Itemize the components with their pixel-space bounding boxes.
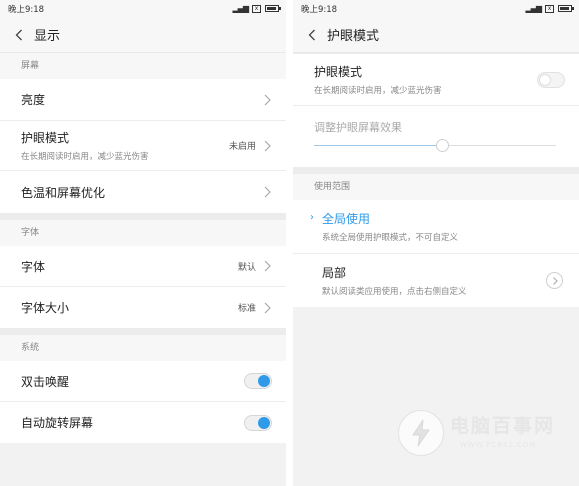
site-watermark: 电脑百事网 WWW.PC841.COM xyxy=(398,405,573,475)
chevron-right-icon xyxy=(264,302,271,313)
scope-partial-label: 局部 xyxy=(322,266,347,280)
scope-option-partial[interactable]: 局部 默认阅读类应用使用，点击右侧自定义 xyxy=(293,254,579,307)
section-header-screen: 屏幕 xyxy=(0,53,286,79)
font-value: 默认 xyxy=(237,262,256,273)
eye-mode-subtitle: 在长期阅读时启用，减少蓝光伤害 xyxy=(314,86,442,96)
font-row[interactable]: 字体 默认 xyxy=(0,246,286,287)
status-time: 晚上9:18 xyxy=(8,4,45,15)
section-divider xyxy=(0,328,286,335)
font-size-row[interactable]: 字体大小 标准 xyxy=(0,287,286,328)
title-bar: 护眼模式 xyxy=(293,17,579,53)
double-tap-wake-toggle[interactable] xyxy=(244,373,272,389)
status-bar: 晚上9:18 ▂▄▆ x xyxy=(293,0,579,17)
eye-mode-label: 护眼模式 xyxy=(314,65,363,79)
back-arrow-icon[interactable] xyxy=(303,26,321,44)
brightness-label: 亮度 xyxy=(21,93,46,107)
chevron-right-icon xyxy=(264,186,271,198)
circle-arrow-icon[interactable] xyxy=(546,272,563,289)
font-size-label: 字体大小 xyxy=(21,301,70,315)
eye-protection-status: 未启用 xyxy=(228,142,256,152)
status-bar: 晚上9:18 ▂▄▆ x xyxy=(0,0,286,17)
sim-icon: x xyxy=(252,4,261,13)
section-divider xyxy=(0,213,286,220)
effect-slider-label: 调整护眼屏幕效果 xyxy=(314,121,402,134)
eye-protection-label: 护眼模式 xyxy=(21,131,70,145)
slider-thumb[interactable] xyxy=(436,139,450,152)
auto-rotate-row: 自动旋转屏幕 xyxy=(0,402,286,443)
section-header-system: 系统 xyxy=(0,335,286,361)
effect-slider-row: 调整护眼屏幕效果 xyxy=(293,106,579,167)
font-size-value: 标准 xyxy=(237,304,256,314)
color-temperature-row[interactable]: 色温和屏幕优化 xyxy=(0,171,286,213)
double-tap-wake-label: 双击唤醒 xyxy=(21,374,70,389)
watermark-logo-icon xyxy=(398,410,444,456)
screen-gap xyxy=(286,0,293,486)
chevron-right-icon xyxy=(264,260,271,272)
eye-mode-toggle[interactable] xyxy=(537,71,565,88)
check-icon: › xyxy=(310,212,314,223)
battery-icon xyxy=(265,5,281,12)
display-settings-screen: 晚上9:18 ▂▄▆ x 显示 屏幕 亮度 护眼模式 在长期阅读时启用，减少蓝光… xyxy=(0,0,286,486)
brightness-row[interactable]: 亮度 xyxy=(0,79,286,121)
double-tap-wake-row: 双击唤醒 xyxy=(0,361,286,402)
auto-rotate-toggle[interactable] xyxy=(244,414,272,431)
scope-option-global[interactable]: › 全局使用 系统全局使用护眼模式，不可自定义 xyxy=(293,200,579,254)
chevron-right-icon xyxy=(264,94,271,105)
back-arrow-icon[interactable] xyxy=(10,26,28,44)
scope-global-subtitle: 系统全局使用护眼模式，不可自定义 xyxy=(322,233,459,243)
effect-slider[interactable] xyxy=(314,139,556,153)
battery-icon xyxy=(558,5,574,12)
scope-partial-subtitle: 默认阅读类应用使用，点击右侧自定义 xyxy=(322,287,467,297)
sim-icon: x xyxy=(545,4,554,13)
title-bar: 显示 xyxy=(0,17,286,53)
section-header-font: 字体 xyxy=(0,220,286,246)
signal-icon: ▂▄▆ xyxy=(525,4,543,13)
status-time: 晚上9:18 xyxy=(301,4,338,15)
scope-global-label: 全局使用 xyxy=(322,212,371,226)
eye-protection-subtitle: 在长期阅读时启用，减少蓝光伤害 xyxy=(21,152,149,162)
section-divider xyxy=(293,167,579,174)
eye-protection-row[interactable]: 护眼模式 在长期阅读时启用，减少蓝光伤害 未启用 xyxy=(0,121,286,171)
signal-icon: ▂▄▆ xyxy=(232,4,250,13)
auto-rotate-label: 自动旋转屏幕 xyxy=(21,416,94,430)
page-title: 护眼模式 xyxy=(327,29,380,44)
watermark-url: WWW.PC841.COM xyxy=(460,441,537,449)
eye-mode-row: 护眼模式 在长期阅读时启用，减少蓝光伤害 xyxy=(293,54,579,106)
font-label: 字体 xyxy=(21,259,46,274)
color-temperature-label: 色温和屏幕优化 xyxy=(21,185,106,200)
section-header-scope: 使用范围 xyxy=(293,174,579,200)
watermark-text: 电脑百事网 xyxy=(450,415,556,437)
chevron-right-icon xyxy=(264,140,271,151)
page-title: 显示 xyxy=(34,29,61,44)
